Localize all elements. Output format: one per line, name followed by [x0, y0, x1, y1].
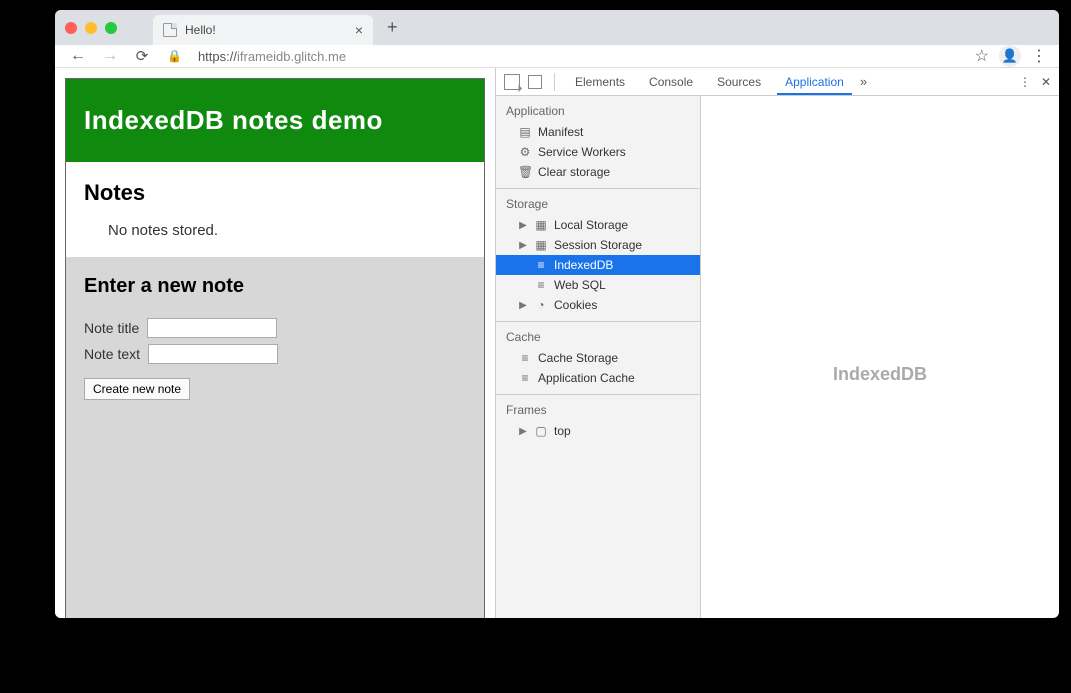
expand-icon[interactable]: ▶ [518, 426, 528, 437]
title-input[interactable] [147, 318, 277, 338]
bookmark-button[interactable]: ☆ [975, 46, 989, 66]
group-cache: Cache [496, 322, 700, 348]
tab-title: Hello! [185, 23, 216, 37]
devtools-menu-button[interactable]: ⋮ [1019, 75, 1031, 89]
forward-button[interactable]: → [99, 47, 121, 65]
grid-icon: ▦ [534, 218, 548, 232]
lock-icon: 🔒 [167, 49, 182, 63]
close-tab-button[interactable]: × [355, 22, 363, 38]
close-window-button[interactable] [65, 22, 77, 34]
text-input[interactable] [148, 344, 278, 364]
grid-icon: ▦ [534, 238, 548, 252]
trash-icon: 🗑 [518, 165, 532, 179]
sidebar-item-service-workers[interactable]: ⚙Service Workers [496, 142, 700, 162]
group-application: Application [496, 96, 700, 122]
page-viewport: IndexedDB notes demo Notes No notes stor… [55, 68, 495, 618]
devtools-close-button[interactable]: ✕ [1041, 75, 1051, 89]
application-sidebar: Application ▤Manifest ⚙Service Workers 🗑… [496, 96, 701, 618]
notes-heading: Notes [84, 180, 466, 206]
text-label: Note text [84, 346, 140, 362]
chrome-menu-button[interactable]: ⋮ [1031, 46, 1047, 66]
sidebar-item-cache-storage[interactable]: ≡Cache Storage [496, 348, 700, 368]
gear-icon: ⚙ [518, 145, 532, 159]
devtools-body: Application ▤Manifest ⚙Service Workers 🗑… [496, 96, 1059, 618]
browser-window: Hello! × + ← → ⟳ 🔒 https://iframeidb.gli… [55, 10, 1059, 618]
sidebar-item-top-frame[interactable]: ▶▢top [496, 421, 700, 441]
devtools-toolbar: Elements Console Sources Application » ⋮… [496, 68, 1059, 96]
tab-sources[interactable]: Sources [709, 69, 769, 95]
main-placeholder: IndexedDB [833, 364, 927, 385]
sidebar-item-clear-storage[interactable]: 🗑Clear storage [496, 162, 700, 182]
address-bar[interactable]: https://iframeidb.glitch.me [192, 49, 965, 64]
sidebar-item-manifest[interactable]: ▤Manifest [496, 122, 700, 142]
file-icon: ▤ [518, 125, 532, 139]
app-header: IndexedDB notes demo [66, 79, 484, 162]
reload-button[interactable]: ⟳ [131, 47, 153, 65]
create-note-button[interactable]: Create new note [84, 378, 190, 400]
expand-icon[interactable]: ▶ [518, 220, 528, 231]
title-label: Note title [84, 320, 139, 336]
notes-section: Notes No notes stored. [66, 162, 484, 257]
maximize-window-button[interactable] [105, 22, 117, 34]
database-icon: ≡ [534, 278, 548, 292]
sidebar-item-indexeddb[interactable]: ▶≡IndexedDB [496, 255, 700, 275]
new-tab-button[interactable]: + [379, 13, 406, 42]
more-tabs-button[interactable]: » [860, 74, 867, 89]
group-storage: Storage [496, 189, 700, 215]
frame-icon: ▢ [534, 424, 548, 438]
browser-tab[interactable]: Hello! × [153, 15, 373, 45]
window-controls [65, 22, 117, 34]
expand-icon[interactable]: ▶ [518, 300, 528, 311]
device-toggle-icon[interactable] [528, 75, 542, 89]
database-icon: ≡ [518, 371, 532, 385]
cookie-icon: ◔ [534, 298, 548, 312]
back-button[interactable]: ← [67, 47, 89, 65]
empty-message: No notes stored. [108, 222, 466, 239]
devtools-panel: Elements Console Sources Application » ⋮… [495, 68, 1059, 618]
inspect-icon[interactable] [504, 74, 520, 90]
minimize-window-button[interactable] [85, 22, 97, 34]
sidebar-item-session-storage[interactable]: ▶▦Session Storage [496, 235, 700, 255]
content-split: IndexedDB notes demo Notes No notes stor… [55, 68, 1059, 618]
profile-avatar[interactable]: 👤 [999, 45, 1021, 67]
devtools-main: IndexedDB [701, 96, 1059, 618]
database-icon: ≡ [518, 351, 532, 365]
tab-console[interactable]: Console [641, 69, 701, 95]
form-heading: Enter a new note [84, 275, 466, 298]
note-app: IndexedDB notes demo Notes No notes stor… [65, 78, 485, 618]
sidebar-item-websql[interactable]: ▶≡Web SQL [496, 275, 700, 295]
sidebar-item-cookies[interactable]: ▶◔Cookies [496, 295, 700, 315]
tab-application[interactable]: Application [777, 69, 852, 95]
expand-icon[interactable]: ▶ [518, 240, 528, 251]
sidebar-item-local-storage[interactable]: ▶▦Local Storage [496, 215, 700, 235]
database-icon: ≡ [534, 258, 548, 272]
tab-elements[interactable]: Elements [567, 69, 633, 95]
sidebar-item-application-cache[interactable]: ≡Application Cache [496, 368, 700, 388]
browser-toolbar: ← → ⟳ 🔒 https://iframeidb.glitch.me ☆ 👤 … [55, 45, 1059, 68]
group-frames: Frames [496, 395, 700, 421]
tab-strip: Hello! × + [55, 10, 1059, 45]
note-form: Enter a new note Note title Note text Cr… [66, 257, 484, 618]
page-icon [163, 23, 177, 37]
